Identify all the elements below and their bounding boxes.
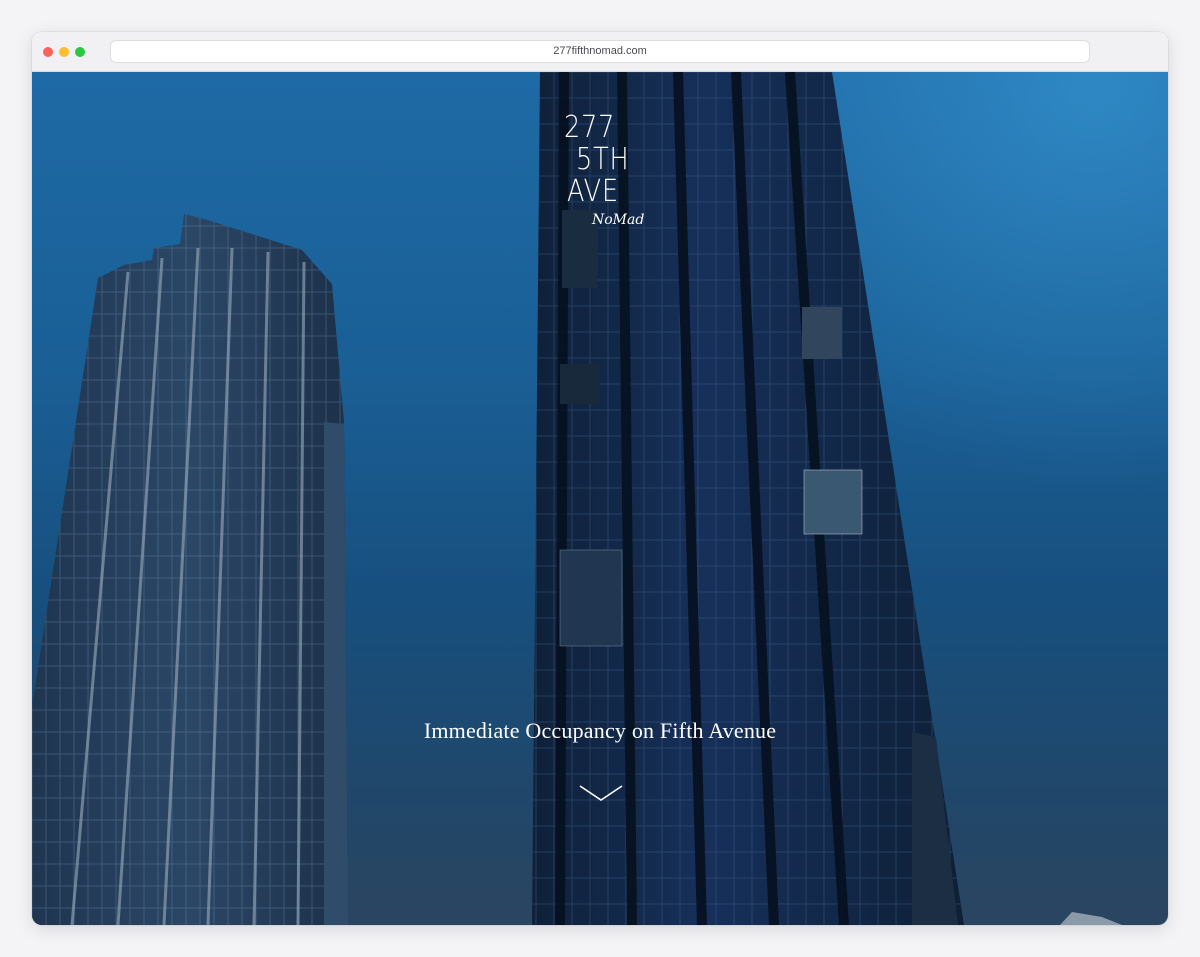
left-tower (32, 214, 348, 925)
hero-section: 277 5TH AVE NoMad Immediate Occupancy on… (32, 72, 1168, 925)
logo-line-2: 5TH (576, 142, 630, 177)
logo-line-3: AVE (567, 174, 619, 209)
site-logo[interactable]: 277 5TH AVE NoMad (564, 112, 644, 232)
right-tower (912, 732, 958, 925)
chevron-down-icon (579, 785, 623, 801)
close-window-button[interactable] (43, 47, 53, 57)
browser-window: 277fifthnomad.com 277 5TH AVE NoMad Imme… (32, 32, 1168, 925)
browser-titlebar: 277fifthnomad.com (32, 32, 1168, 72)
rooftop-structure (1060, 912, 1122, 925)
address-bar[interactable]: 277fifthnomad.com (110, 40, 1090, 63)
logo-neighborhood: NoMad (592, 212, 645, 228)
logo-line-1: 277 (564, 110, 616, 145)
hero-headline: Immediate Occupancy on Fifth Avenue (423, 718, 777, 743)
minimize-window-button[interactable] (59, 47, 69, 57)
scroll-down-button[interactable] (578, 782, 624, 806)
maximize-window-button[interactable] (75, 47, 85, 57)
